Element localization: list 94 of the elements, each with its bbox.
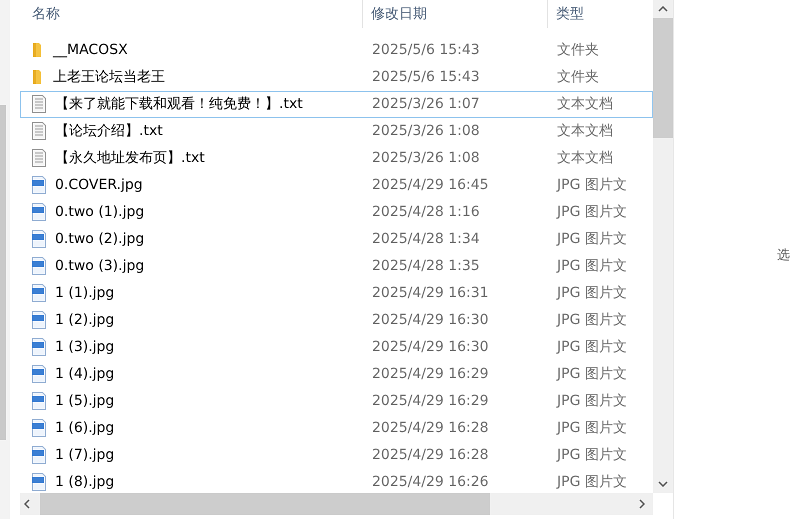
scroll-right-icon[interactable] (639, 499, 645, 509)
type-cell-text: JPG 图片文 (555, 311, 628, 330)
type-cell-text: JPG 图片文 (555, 338, 628, 356)
file-row[interactable]: 1 (2).jpg 2025/4/29 16:30 JPG 图片文 (20, 306, 653, 334)
file-row[interactable]: 0.two (3).jpg 2025/4/28 1:35 JPG 图片文 (20, 252, 653, 280)
type-cell-text: 文本文档 (556, 149, 614, 168)
image-file-icon (31, 473, 47, 492)
file-name: __MACOSX (53, 42, 128, 58)
file-name: 1 (1).jpg (55, 285, 114, 302)
file-row[interactable]: 1 (6).jpg 2025/4/29 16:28 JPG 图片文 (20, 414, 653, 442)
file-name: 0.two (1).jpg (55, 204, 144, 220)
scrollbar-thumb[interactable] (40, 493, 490, 515)
preview-message: 选 (777, 246, 790, 264)
image-file-icon (31, 203, 47, 222)
type-cell-text: 文本文档 (556, 122, 614, 140)
date-cell-text: 2025/4/29 16:45 (371, 177, 490, 194)
file-name: 0.two (3).jpg (55, 258, 144, 274)
file-name: 1 (3).jpg (55, 339, 114, 356)
image-file-icon (31, 284, 47, 302)
type-cell-text: JPG 图片文 (555, 473, 628, 492)
date-cell-text: 2025/3/26 1:08 (371, 150, 481, 166)
type-cell-text: JPG 图片文 (555, 365, 628, 384)
image-file-icon (31, 446, 47, 464)
image-file-icon (31, 392, 47, 410)
type-cell-text: 文件夹 (556, 41, 600, 60)
column-header[interactable]: 类型 (547, 0, 643, 28)
image-file-icon (31, 176, 47, 194)
file-name: 【永久地址发布页】.txt (55, 149, 205, 168)
file-row[interactable]: 1 (4).jpg 2025/4/29 16:29 JPG 图片文 (20, 360, 653, 388)
file-name: 0.two (2).jpg (55, 231, 144, 248)
file-name: 1 (5).jpg (55, 393, 114, 410)
image-file-icon (31, 257, 47, 276)
file-name: 0.COVER.jpg (55, 177, 143, 194)
image-file-icon (31, 311, 47, 330)
file-name: 1 (4).jpg (55, 366, 114, 382)
file-row[interactable]: 【永久地址发布页】.txt 2025/3/26 1:08 文本文档 (20, 144, 653, 172)
date-cell-text: 2025/4/28 1:34 (371, 231, 481, 248)
image-file-icon (31, 338, 47, 356)
date-cell-text: 2025/5/6 15:43 (371, 69, 481, 86)
date-cell-text: 2025/3/26 1:07 (371, 96, 481, 112)
type-cell-text: JPG 图片文 (555, 230, 628, 248)
type-cell-text: JPG 图片文 (555, 392, 628, 410)
scroll-down-icon[interactable] (658, 481, 668, 487)
column-header[interactable]: 名称 (20, 0, 362, 28)
file-row[interactable]: 1 (8).jpg 2025/4/29 16:26 JPG 图片文 (20, 468, 653, 493)
text-file-icon (31, 122, 47, 140)
date-cell-text: 2025/5/6 15:43 (371, 42, 481, 58)
date-cell-text: 2025/4/29 16:31 (371, 285, 490, 302)
type-cell-text: JPG 图片文 (555, 203, 628, 222)
file-row[interactable]: __MACOSX 2025/5/6 15:43 文件夹 (20, 36, 653, 64)
file-row[interactable]: 0.COVER.jpg 2025/4/29 16:45 JPG 图片文 (20, 172, 653, 199)
date-cell-text: 2025/4/29 16:30 (371, 312, 490, 328)
file-name: 1 (6).jpg (55, 420, 114, 436)
file-row[interactable]: 0.two (1).jpg 2025/4/28 1:16 JPG 图片文 (20, 198, 653, 226)
date-cell-text: 2025/4/28 1:16 (371, 204, 481, 220)
file-name: 1 (7).jpg (55, 447, 114, 464)
type-cell-text: JPG 图片文 (555, 284, 628, 302)
file-row[interactable]: 上老王论坛当老王 2025/5/6 15:43 文件夹 (20, 64, 653, 91)
type-cell-text: 文本文档 (556, 95, 614, 114)
image-file-icon (31, 419, 47, 438)
file-row[interactable]: 1 (1).jpg 2025/4/29 16:31 JPG 图片文 (20, 280, 653, 307)
file-row[interactable]: 【论坛介绍】.txt 2025/3/26 1:08 文本文档 (20, 118, 653, 145)
type-cell-text: 文件夹 (556, 68, 600, 86)
scroll-up-icon[interactable] (658, 6, 668, 12)
type-cell-text: JPG 图片文 (555, 257, 628, 276)
file-row[interactable]: 【来了就能下载和观看！纯免费！】.txt 2025/3/26 1:07 文本文档 (20, 90, 653, 118)
date-cell-text: 2025/3/26 1:08 (371, 123, 481, 140)
image-file-icon (31, 230, 47, 248)
file-name: 1 (2).jpg (55, 312, 114, 328)
file-row[interactable]: 1 (7).jpg 2025/4/29 16:28 JPG 图片文 (20, 442, 653, 469)
scrollbar-thumb[interactable] (0, 105, 6, 440)
date-cell-text: 2025/4/29 16:30 (371, 339, 490, 356)
type-cell-text: JPG 图片文 (555, 446, 628, 464)
file-name: 【论坛介绍】.txt (55, 122, 163, 140)
column-header[interactable]: 修改日期 (362, 0, 547, 28)
image-file-icon (31, 365, 47, 384)
scroll-left-icon[interactable] (24, 499, 30, 509)
text-file-icon (31, 149, 47, 168)
scrollbar-thumb[interactable] (653, 18, 673, 138)
type-cell-text: JPG 图片文 (555, 176, 628, 194)
date-cell-text: 2025/4/29 16:28 (371, 447, 490, 464)
file-name: 1 (8).jpg (55, 474, 114, 490)
text-file-icon (31, 95, 47, 114)
date-cell-text: 2025/4/29 16:29 (371, 393, 490, 410)
file-name: 上老王论坛当老王 (53, 68, 165, 86)
file-row[interactable]: 1 (5).jpg 2025/4/29 16:29 JPG 图片文 (20, 388, 653, 415)
date-cell-text: 2025/4/29 16:29 (371, 366, 490, 382)
file-name: 【来了就能下载和观看！纯免费！】.txt (55, 95, 303, 114)
date-cell-text: 2025/4/29 16:28 (371, 420, 490, 436)
file-row[interactable]: 0.two (2).jpg 2025/4/28 1:34 JPG 图片文 (20, 226, 653, 253)
date-cell-text: 2025/4/28 1:35 (371, 258, 481, 274)
file-row[interactable]: 1 (3).jpg 2025/4/29 16:30 JPG 图片文 (20, 334, 653, 361)
type-cell-text: JPG 图片文 (555, 419, 628, 438)
date-cell-text: 2025/4/29 16:26 (371, 474, 490, 490)
